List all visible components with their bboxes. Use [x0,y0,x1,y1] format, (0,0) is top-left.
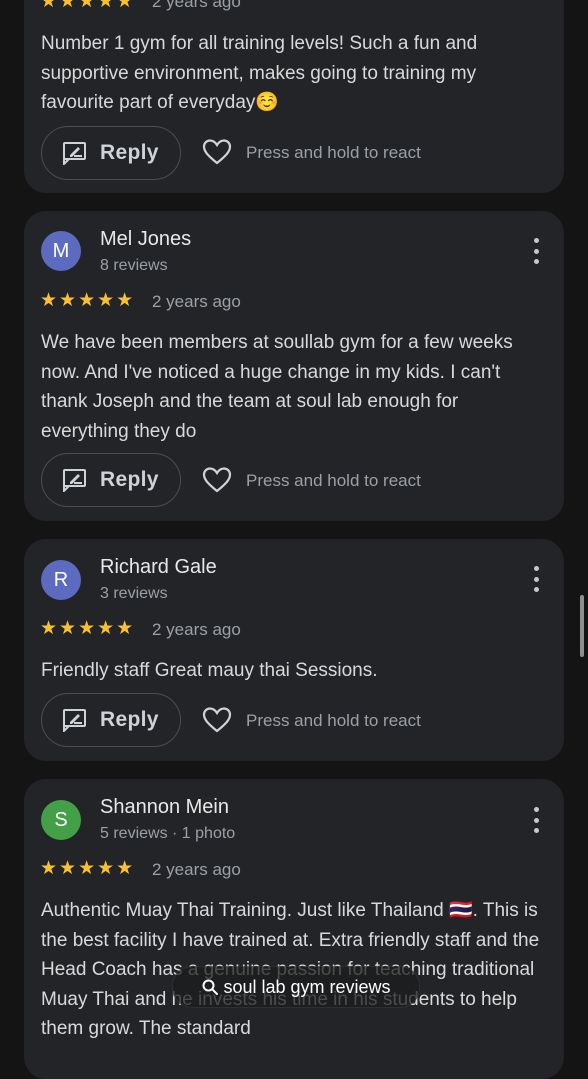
react-hint: Press and hold to react [246,711,421,730]
scrollbar[interactable] [580,595,584,657]
reply-label: Reply [100,468,159,491]
reply-button[interactable]: Reply [41,693,181,747]
react-hint: Press and hold to react [246,143,421,162]
more-options-icon[interactable] [532,566,540,592]
edit-reply-icon [63,709,86,732]
more-options-icon[interactable] [532,807,540,833]
review-card: ★★★★★ 2 years ago Number 1 gym for all t… [24,0,564,193]
react-hint: Press and hold to react [246,471,421,490]
avatar[interactable]: R [41,560,81,600]
review-text: We have been members at soullab gym for … [41,332,513,442]
reviewer-name[interactable]: Richard Gale [100,556,217,579]
review-card: S Shannon Mein 5 reviews · 1 photo ★★★★★… [24,779,564,1079]
review-date: 2 years ago [152,860,241,879]
review-date: 2 years ago [152,620,241,639]
edit-reply-icon [63,469,86,492]
reviewer-meta: 5 reviews · 1 photo [100,825,236,842]
reply-button[interactable]: Reply [41,126,181,180]
edit-reply-icon [63,142,86,165]
more-options-icon[interactable] [532,238,540,264]
avatar[interactable]: S [41,800,81,840]
search-icon [202,979,219,995]
heart-icon[interactable] [202,138,232,166]
review-text: Number 1 gym for all training levels! Su… [41,33,478,113]
reviewer-name[interactable]: Mel Jones [100,228,191,251]
star-rating: ★★★★★ [40,0,136,12]
avatar[interactable]: M [41,231,81,271]
search-chip-label: soul lab gym reviews [223,976,391,997]
review-date: 2 years ago [152,292,241,311]
review-card: M Mel Jones 8 reviews ★★★★★ 2 years ago … [24,211,564,521]
review-text: Friendly staff Great mauy thai Sessions. [41,660,378,681]
review-date: 2 years ago [152,0,241,11]
star-rating: ★★★★★ [40,858,136,879]
search-chip[interactable]: soul lab gym reviews [172,966,420,1008]
reply-label: Reply [100,708,159,731]
star-rating: ★★★★★ [40,618,136,639]
reviewer-meta: 8 reviews [100,257,168,274]
reviewer-meta: 3 reviews [100,585,168,602]
star-rating: ★★★★★ [40,290,136,311]
reply-button[interactable]: Reply [41,453,181,507]
reviewer-name[interactable]: Shannon Mein [100,796,229,819]
heart-icon[interactable] [202,466,232,494]
heart-icon[interactable] [202,706,232,734]
review-card: R Richard Gale 3 reviews ★★★★★ 2 years a… [24,539,564,761]
reply-label: Reply [100,141,159,164]
